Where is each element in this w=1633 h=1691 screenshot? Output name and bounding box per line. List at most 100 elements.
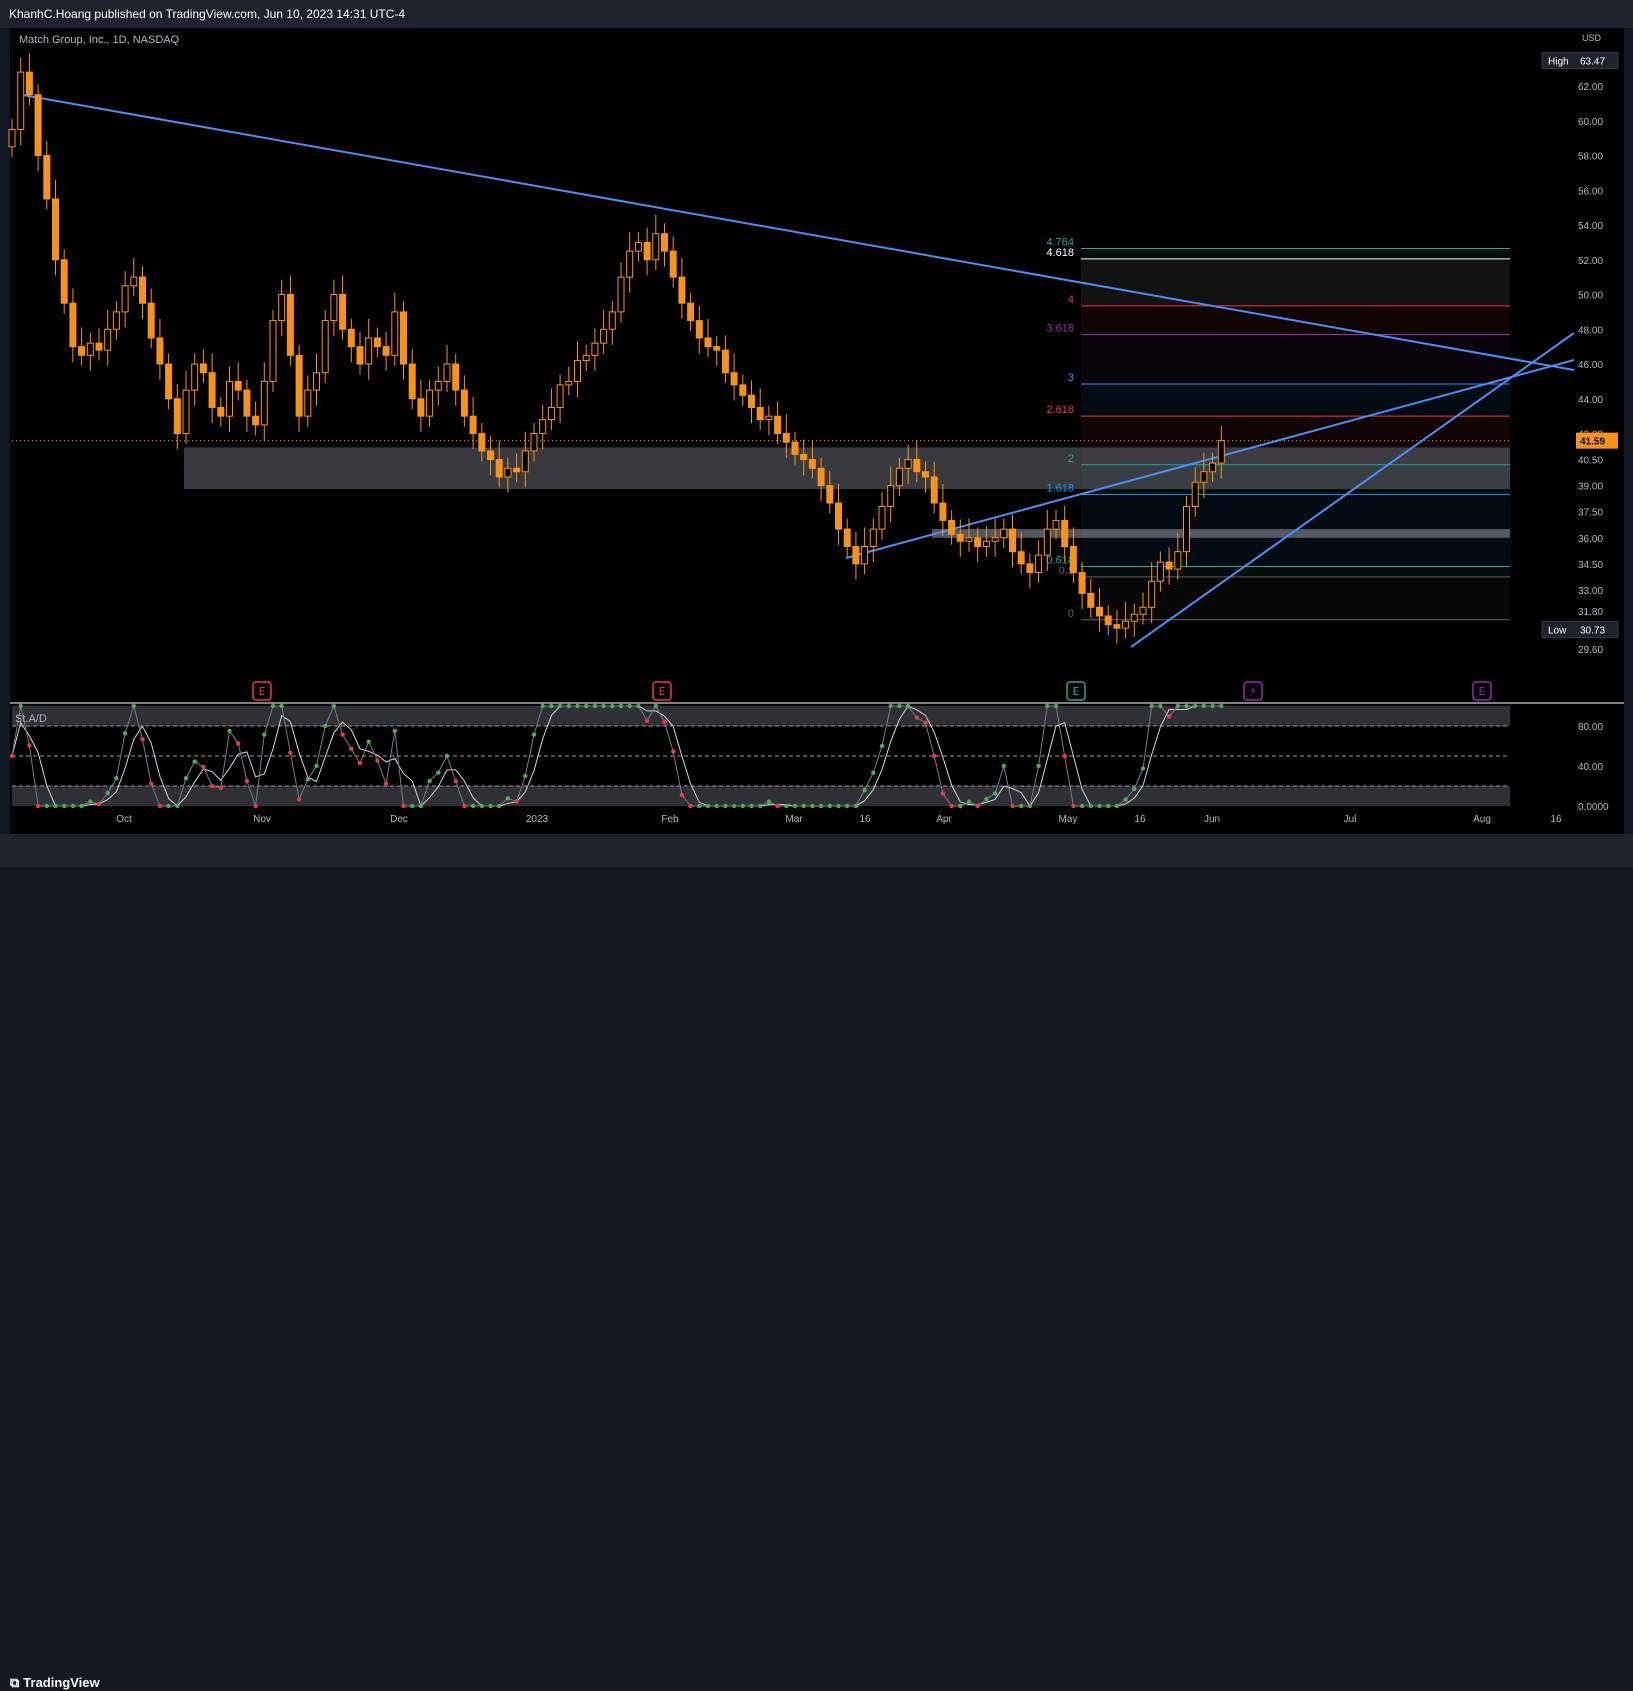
- stoch-point: [627, 703, 632, 709]
- candle: [104, 328, 112, 351]
- stoch-point: [862, 787, 867, 793]
- candle: [69, 302, 77, 348]
- stoch-point: [905, 703, 911, 709]
- candle: [234, 380, 242, 391]
- candle: [1096, 606, 1103, 617]
- stoch-point: [314, 763, 319, 769]
- stoch-point: [262, 732, 267, 737]
- candle: [765, 415, 773, 421]
- candle: [965, 537, 973, 542]
- stoch-point: [584, 703, 589, 709]
- stoch-point: [453, 778, 458, 784]
- stoch-point: [523, 773, 528, 779]
- candle: [139, 276, 146, 304]
- stoch-point: [479, 803, 484, 809]
- candle: [1087, 592, 1095, 608]
- candle: [1165, 561, 1173, 570]
- candle: [1113, 624, 1121, 629]
- candle: [1000, 528, 1008, 539]
- stoch-point: [149, 781, 154, 786]
- stoch-point: [288, 750, 293, 755]
- tradingview-logo[interactable]: ⧉ TradingView: [10, 1675, 100, 1691]
- price-tick: 58.00: [1578, 152, 1603, 163]
- candle: [687, 302, 695, 322]
- indicator-pane: 80.00 40.00 0.0000: [9, 702, 1624, 813]
- candle: [1200, 471, 1208, 483]
- indicator-tick: 0.0000: [1578, 802, 1609, 813]
- candle: [930, 476, 938, 504]
- stoch-point: [488, 803, 493, 809]
- candle: [373, 337, 381, 348]
- stoch-point: [279, 703, 284, 709]
- candle: [887, 485, 895, 508]
- candle: [948, 519, 956, 535]
- stoch-point: [218, 785, 223, 791]
- candlestick-chart[interactable]: 4.7644.61843.61832.61821.6180.6180.50 29…: [0, 0, 1633, 867]
- stoch-point: [1175, 703, 1181, 709]
- support-zone: [932, 529, 1510, 538]
- candle: [339, 294, 347, 330]
- candle: [1017, 551, 1025, 565]
- tradingview-logo-text: TradingView: [23, 1675, 100, 1690]
- candle: [739, 384, 747, 396]
- candle: [330, 294, 338, 322]
- time-tick: 16: [859, 814, 871, 825]
- candle: [756, 406, 764, 421]
- stoch-point: [340, 732, 345, 737]
- time-tick: May: [1059, 814, 1078, 825]
- fib-label: 1.618: [1046, 482, 1074, 494]
- candle: [182, 389, 190, 435]
- stoch-point: [827, 803, 832, 809]
- stoch-point: [679, 792, 685, 798]
- candle: [669, 250, 677, 278]
- candle: [1217, 440, 1225, 464]
- earnings-marker-label: E: [1073, 685, 1080, 698]
- candle: [78, 346, 86, 356]
- stoch-point: [610, 703, 615, 709]
- stoch-point: [592, 703, 598, 709]
- stoch-point: [688, 803, 693, 809]
- stoch-point: [201, 764, 206, 770]
- stoch-point: [575, 703, 580, 709]
- stoch-point: [1158, 703, 1163, 709]
- stoch-point: [1184, 703, 1189, 709]
- stoch-point: [1019, 803, 1024, 809]
- earnings-marker-label: E: [1479, 685, 1486, 698]
- candle: [443, 363, 451, 382]
- candle: [434, 380, 442, 391]
- stoch-point: [270, 703, 276, 709]
- stoch-point: [366, 739, 371, 744]
- fib-label: 4.618: [1046, 247, 1074, 259]
- stoch-point: [183, 776, 189, 781]
- candle: [600, 328, 608, 344]
- fib-label: 3: [1068, 372, 1074, 384]
- stoch-point: [1219, 703, 1224, 709]
- price-tick: 37.50: [1578, 508, 1603, 519]
- stoch-point: [1010, 803, 1015, 809]
- time-tick: 16: [1550, 814, 1562, 825]
- high-label: High: [1548, 56, 1569, 67]
- candle: [400, 311, 407, 365]
- candle: [869, 528, 877, 547]
- fib-label: 2.618: [1046, 404, 1074, 416]
- stoch-point: [427, 778, 432, 784]
- stoch-point: [1045, 703, 1050, 709]
- stoch-point: [61, 803, 67, 809]
- stoch-point: [383, 781, 389, 786]
- stoch-point: [514, 799, 519, 804]
- candle: [460, 389, 468, 417]
- stoch-point: [244, 778, 250, 784]
- stoch-point: [357, 760, 363, 766]
- candle: [25, 71, 33, 96]
- candle: [260, 380, 268, 426]
- stoch-point: [818, 803, 824, 809]
- candle: [982, 540, 990, 547]
- candle: [269, 320, 277, 382]
- price-tick: 34.50: [1578, 560, 1603, 571]
- time-tick: Oct: [116, 814, 132, 825]
- candle: [121, 285, 129, 313]
- stoch-point: [1114, 803, 1120, 809]
- candle: [904, 459, 912, 469]
- candle: [165, 363, 173, 400]
- candle: [991, 537, 999, 542]
